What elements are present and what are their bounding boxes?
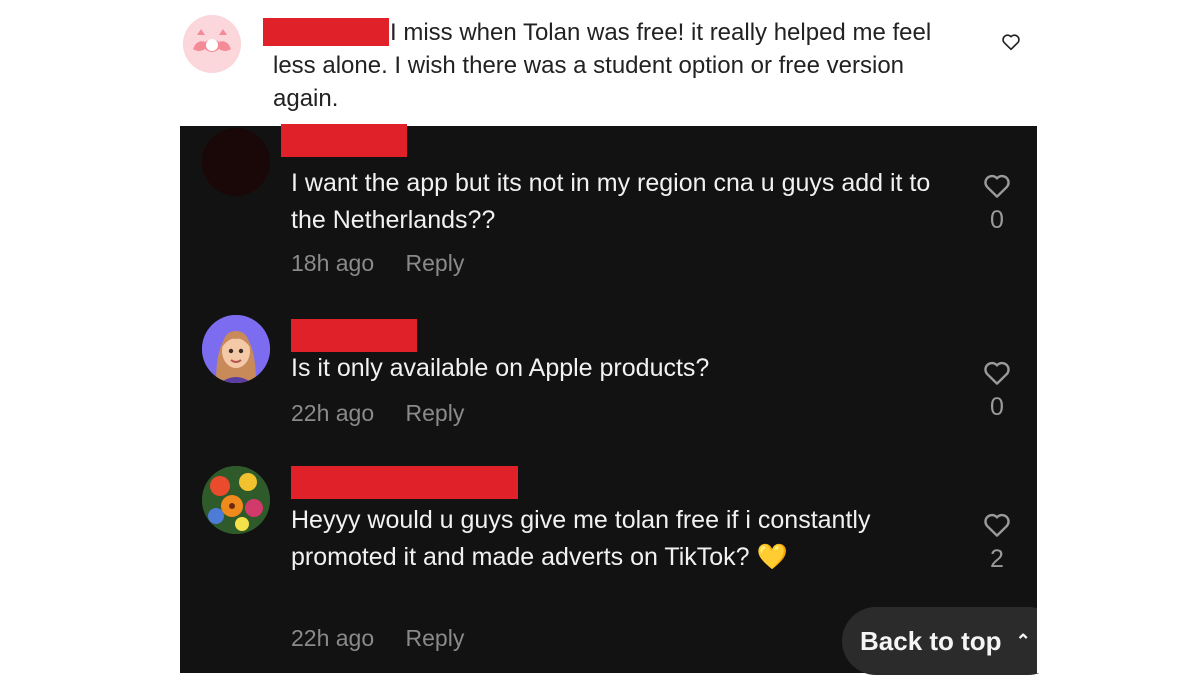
comment-meta: 22h ago Reply — [291, 400, 464, 427]
comment-text: Heyyy would u guys give me tolan free if… — [291, 506, 871, 571]
reply-button[interactable]: Reply — [406, 400, 465, 426]
comment-text: I miss when Tolan was free! it really he… — [273, 19, 932, 112]
avatar[interactable] — [183, 15, 241, 73]
back-to-top-button[interactable]: Back to top ⌃ — [842, 607, 1062, 675]
heart-outline-icon[interactable] — [1000, 31, 1022, 53]
like-button[interactable]: 2 — [975, 509, 1019, 574]
comment-time: 22h ago — [291, 400, 375, 426]
reply-button[interactable]: Reply — [406, 250, 465, 276]
like-button[interactable]: 0 — [975, 170, 1019, 235]
page-margin — [1037, 600, 1200, 673]
avatar[interactable] — [202, 128, 270, 196]
heart-outline-icon[interactable] — [980, 357, 1014, 389]
like-count: 0 — [990, 393, 1004, 421]
back-to-top-label: Back to top — [860, 625, 1002, 656]
like-count: 0 — [990, 206, 1004, 234]
redacted-username — [291, 319, 417, 352]
comment-text: Is it only available on Apple products? — [291, 354, 710, 382]
comment-meta: 22h ago Reply — [291, 625, 464, 652]
comment-time: 22h ago — [291, 625, 375, 651]
like-button[interactable]: 0 — [975, 357, 1019, 422]
avatar[interactable] — [202, 315, 270, 383]
comment-time: 18h ago — [291, 250, 375, 276]
comment-meta: 18h ago Reply — [291, 250, 464, 277]
heart-outline-icon[interactable] — [980, 170, 1014, 202]
heart-outline-icon[interactable] — [980, 509, 1014, 541]
reply-button[interactable]: Reply — [406, 625, 465, 651]
like-count: 2 — [990, 545, 1004, 573]
redacted-username — [281, 124, 407, 157]
redacted-username — [291, 466, 518, 499]
avatar[interactable] — [202, 466, 270, 534]
comment-text: I want the app but its not in my region … — [291, 169, 931, 234]
double-chevron-up-icon: ⌃ — [1015, 630, 1031, 651]
